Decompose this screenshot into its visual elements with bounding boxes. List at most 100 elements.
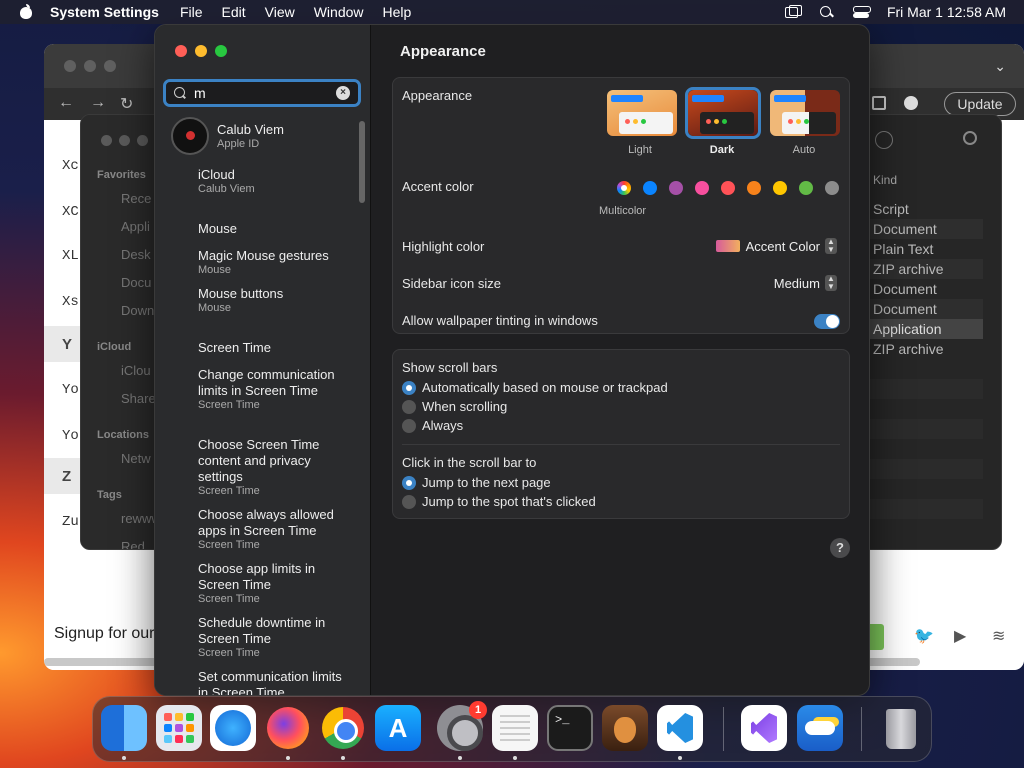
browser-close-button[interactable]: [64, 60, 76, 72]
sidebar-item[interactable]: Share: [121, 391, 156, 406]
result-magic-mouse-gestures[interactable]: Magic Mouse gestures Mouse: [198, 248, 348, 276]
accent-pink-swatch[interactable]: [695, 181, 709, 195]
reload-icon[interactable]: ↻: [120, 94, 133, 114]
search-input[interactable]: [194, 85, 334, 101]
menu-clock[interactable]: Fri Mar 1 12:58 AM: [887, 4, 1006, 20]
table-row[interactable]: [865, 379, 983, 399]
help-button[interactable]: ?: [830, 538, 850, 558]
accent-yellow-swatch[interactable]: [773, 181, 787, 195]
browser-minimize-button[interactable]: [84, 60, 96, 72]
sidebar-item[interactable]: Red: [121, 539, 145, 549]
table-row[interactable]: Script: [865, 199, 983, 219]
sidebar-scrollbar[interactable]: [359, 121, 365, 203]
profile-icon[interactable]: [904, 96, 918, 110]
accent-green-swatch[interactable]: [799, 181, 813, 195]
browser-zoom-button[interactable]: [104, 60, 116, 72]
vscode-icon[interactable]: [657, 705, 703, 751]
finder-zoom-button[interactable]: [137, 135, 148, 146]
accent-red-swatch[interactable]: [721, 181, 735, 195]
table-row[interactable]: ZIP archive: [865, 339, 983, 359]
youtube-icon[interactable]: ▶: [954, 626, 966, 646]
more-options-icon[interactable]: [875, 131, 893, 149]
result-set-communication-limits[interactable]: Set communication limits in Screen Time: [198, 669, 348, 695]
appearance-dark-option[interactable]: [688, 90, 758, 136]
table-row[interactable]: ZIP archive: [865, 259, 983, 279]
result-icloud[interactable]: iCloud Calub Viem: [198, 167, 348, 195]
sidebar-item[interactable]: Netw: [121, 451, 151, 466]
sidebar-item[interactable]: Docu: [121, 275, 151, 290]
weather-icon[interactable]: [797, 705, 843, 751]
rss-icon[interactable]: ≋: [992, 626, 1005, 646]
result-screen-time[interactable]: Screen Time: [198, 340, 348, 356]
click-spot-radio[interactable]: Jump to the spot that's clicked: [402, 494, 596, 509]
scroll-always-radio[interactable]: Always: [402, 418, 463, 433]
twitter-icon[interactable]: 🐦: [914, 626, 934, 646]
result-mouse[interactable]: Mouse: [198, 221, 348, 237]
garageband-icon[interactable]: [602, 705, 648, 751]
finder-search-icon[interactable]: [963, 131, 977, 145]
sidebar-item[interactable]: iClou: [121, 363, 151, 378]
scroll-auto-radio[interactable]: Automatically based on mouse or trackpad: [402, 380, 668, 395]
accent-blue-swatch[interactable]: [643, 181, 657, 195]
wallpaper-tinting-toggle[interactable]: [814, 314, 840, 329]
close-button[interactable]: [175, 45, 187, 57]
minimize-button[interactable]: [195, 45, 207, 57]
launchpad-icon[interactable]: [156, 705, 202, 751]
table-row[interactable]: Document: [865, 219, 983, 239]
result-always-allowed[interactable]: Choose always allowed apps in Screen Tim…: [198, 507, 348, 551]
finder-close-button[interactable]: [101, 135, 112, 146]
appearance-auto-option[interactable]: [770, 90, 840, 136]
update-button[interactable]: Update: [944, 92, 1016, 116]
table-row[interactable]: Application: [865, 319, 983, 339]
table-row[interactable]: [865, 499, 983, 519]
table-row[interactable]: [865, 419, 983, 439]
table-row[interactable]: Document: [865, 279, 983, 299]
accent-purple-swatch[interactable]: [669, 181, 683, 195]
terminal-icon[interactable]: [547, 705, 593, 751]
result-schedule-downtime[interactable]: Schedule downtime in Screen Time Screen …: [198, 615, 348, 659]
result-mouse-buttons[interactable]: Mouse buttons Mouse: [198, 286, 348, 314]
spotlight-search-icon[interactable]: [819, 5, 835, 19]
sidebar-item[interactable]: Rece: [121, 191, 151, 206]
firefox-icon[interactable]: [265, 705, 311, 751]
result-content-privacy[interactable]: Choose Screen Time content and privacy s…: [198, 437, 348, 497]
sidebar-toggle-icon[interactable]: [872, 96, 886, 110]
accent-multicolor-swatch[interactable]: [617, 181, 631, 195]
result-change-communication-limits[interactable]: Change communication limits in Screen Ti…: [198, 367, 348, 411]
table-row[interactable]: Plain Text: [865, 239, 983, 259]
sidebar-item[interactable]: Down: [121, 303, 154, 318]
highlight-color-popup[interactable]: Accent Color ▲ ▼: [715, 238, 837, 254]
sidebar-item[interactable]: Desk: [121, 247, 151, 262]
zoom-button[interactable]: [215, 45, 227, 57]
menu-edit[interactable]: Edit: [222, 4, 246, 20]
forward-arrow-icon[interactable]: →: [90, 94, 106, 112]
scroll-when-scrolling-radio[interactable]: When scrolling: [402, 399, 507, 414]
apple-menu-icon[interactable]: [18, 4, 34, 20]
result-apple-id[interactable]: Calub Viem Apple ID: [171, 117, 284, 155]
click-next-page-radio[interactable]: Jump to the next page: [402, 475, 551, 490]
menu-file[interactable]: File: [180, 4, 203, 20]
appearance-light-option[interactable]: [607, 90, 677, 136]
finder-icon[interactable]: [101, 705, 147, 751]
menu-app-name[interactable]: System Settings: [50, 4, 159, 20]
accent-orange-swatch[interactable]: [747, 181, 761, 195]
chevron-down-icon[interactable]: ⌄: [994, 58, 1006, 75]
menu-view[interactable]: View: [265, 4, 295, 20]
control-center-icon[interactable]: [852, 5, 871, 19]
clear-search-icon[interactable]: ×: [336, 86, 350, 100]
sidebar-item[interactable]: Appli: [121, 219, 150, 234]
app-store-icon[interactable]: [375, 705, 421, 751]
safari-icon[interactable]: [210, 705, 256, 751]
accent-graphite-swatch[interactable]: [825, 181, 839, 195]
table-row[interactable]: Document: [865, 299, 983, 319]
search-field[interactable]: ×: [163, 79, 361, 107]
table-row[interactable]: [865, 459, 983, 479]
back-arrow-icon[interactable]: ←: [58, 94, 74, 112]
menu-help[interactable]: Help: [383, 4, 412, 20]
visual-studio-icon[interactable]: [741, 705, 787, 751]
trash-icon[interactable]: [878, 705, 924, 751]
sidebar-icon-size-popup[interactable]: Medium ▲ ▼: [774, 275, 837, 291]
finder-minimize-button[interactable]: [119, 135, 130, 146]
chrome-icon[interactable]: [320, 705, 366, 751]
screen-mirroring-icon[interactable]: [784, 5, 802, 19]
